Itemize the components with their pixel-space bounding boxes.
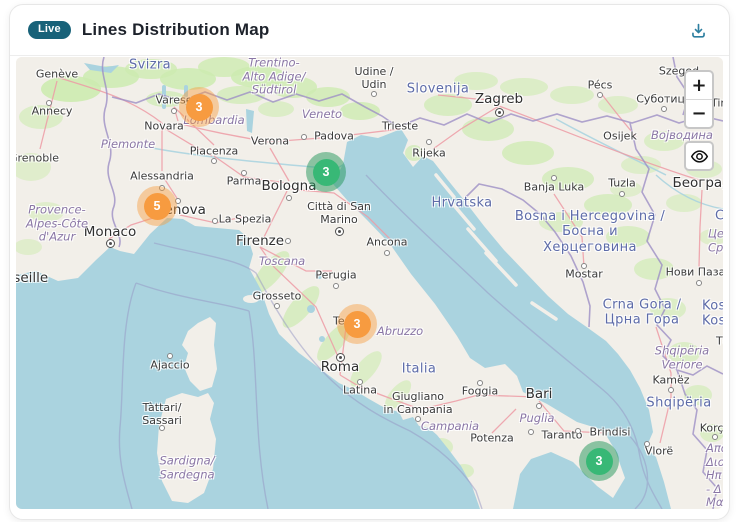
town-dot-icon (551, 175, 557, 181)
town-ring-icon (335, 352, 345, 362)
visibility-button[interactable] (684, 141, 714, 171)
cluster-marker[interactable]: 3 (306, 152, 346, 192)
town-dot-icon (211, 158, 217, 164)
town-dot-icon (171, 108, 177, 114)
town-dot-icon (581, 263, 587, 269)
town-dot-icon (357, 379, 363, 385)
eye-icon (690, 149, 708, 163)
page-title: Lines Distribution Map (81, 20, 270, 39)
cluster-count: 3 (585, 447, 613, 475)
zoom-in-button[interactable]: + (686, 72, 712, 99)
cluster-marker[interactable]: 5 (137, 186, 177, 226)
town-dot-icon (415, 416, 421, 422)
town-ring-icon (105, 238, 115, 248)
map[interactable]: + − GenèveAnnecyGrenobleVareseNovaraPiac… (16, 57, 723, 509)
town-dot-icon (661, 106, 667, 112)
town-dot-icon (696, 280, 702, 286)
cluster-marker[interactable]: 3 (337, 304, 377, 344)
town-dot-icon (159, 425, 165, 431)
town-dot-icon (241, 170, 247, 176)
town-dot-icon (333, 283, 339, 289)
zoom-out-button[interactable]: − (686, 99, 712, 127)
lines-distribution-card: Live Lines Distribution Map + − Genève A… (9, 4, 730, 520)
town-dot-icon (371, 91, 377, 97)
town-dot-icon (528, 429, 534, 435)
cluster-marker[interactable]: 3 (179, 87, 219, 127)
town-dot-icon (167, 353, 173, 359)
town-dot-icon (301, 134, 307, 140)
town-dot-icon (619, 191, 625, 197)
download-icon (691, 23, 705, 38)
cluster-count: 3 (185, 93, 213, 121)
town-dot-icon (644, 441, 650, 447)
cluster-marker[interactable]: 3 (579, 441, 619, 481)
town-dot-icon (426, 139, 432, 145)
live-badge: Live (28, 21, 71, 39)
cluster-count: 3 (343, 310, 371, 338)
card-header: Live Lines Distribution Map (10, 5, 729, 56)
town-dot-icon (668, 387, 674, 393)
town-dot-icon (712, 434, 718, 440)
town-dot-icon (597, 92, 603, 98)
zoom-control: + − (684, 70, 714, 129)
map-basemap (16, 57, 723, 509)
town-dot-icon (212, 218, 218, 224)
town-dot-icon (384, 250, 390, 256)
town-ring-icon (334, 226, 344, 236)
town-dot-icon (477, 380, 483, 386)
town-dot-icon (46, 100, 52, 106)
cluster-count: 3 (312, 158, 340, 186)
town-dot-icon (575, 428, 581, 434)
download-button[interactable] (685, 17, 711, 43)
town-dot-icon (286, 195, 292, 201)
town-dot-icon (274, 303, 280, 309)
town-dot-icon (536, 403, 542, 409)
town-ring-icon (494, 107, 504, 117)
town-dot-icon (285, 238, 291, 244)
cluster-count: 5 (143, 192, 171, 220)
